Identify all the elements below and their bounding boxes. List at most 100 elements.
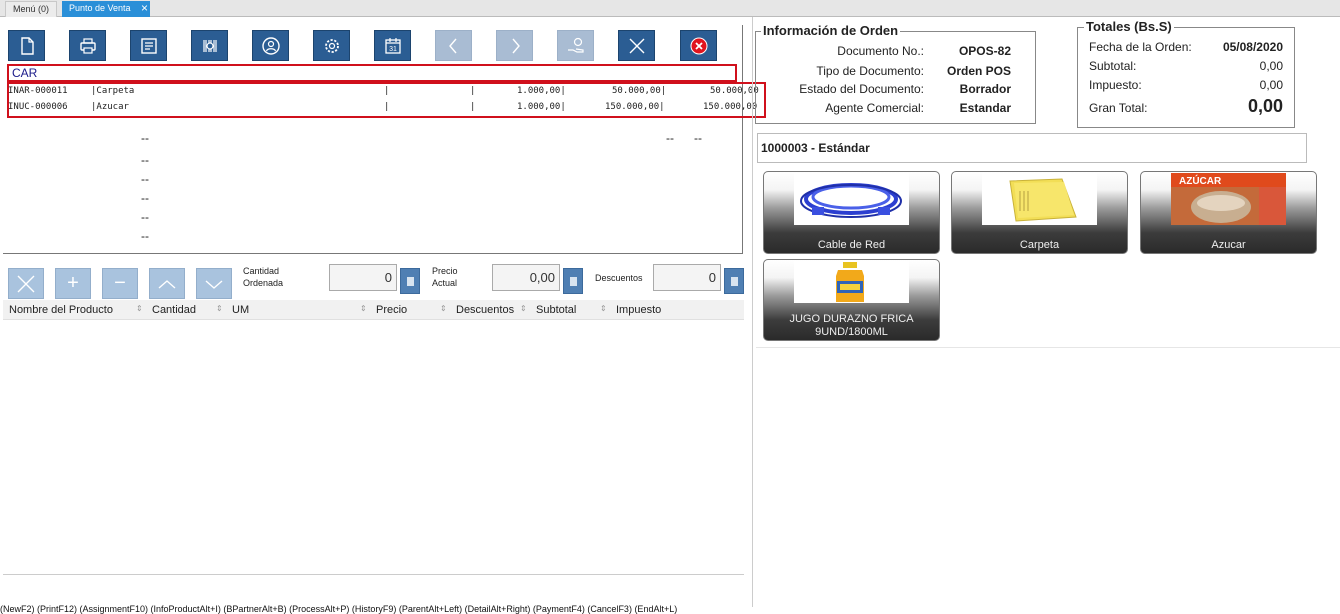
- sort-icon[interactable]: ⇕: [360, 304, 367, 313]
- bpartner-button[interactable]: [252, 30, 289, 61]
- search-result-row[interactable]: INUC-000006 |Azucar | | 1.000,00| 150.00…: [8, 100, 764, 115]
- sugar-bag-image: AZÚCAR: [1171, 173, 1286, 225]
- qty-label: Cantidad Ordenada: [243, 266, 284, 288]
- business-partner-field[interactable]: 1000003 - Estándar: [757, 133, 1307, 163]
- cancel-button[interactable]: [618, 30, 655, 61]
- tax-label: Impuesto:: [1089, 78, 1142, 92]
- minus-icon: −: [114, 272, 126, 294]
- line-placeholder: --: [694, 131, 702, 145]
- grand-total-value: 0,00: [1247, 96, 1283, 116]
- doc-type-label: Tipo de Documento:: [816, 64, 924, 78]
- sort-icon[interactable]: ⇕: [600, 304, 607, 313]
- new-button[interactable]: [8, 30, 45, 61]
- assignment-icon: [140, 37, 157, 54]
- result-separator: |: [384, 86, 390, 96]
- subtotal-value: 0,00: [1259, 59, 1283, 73]
- sort-icon[interactable]: ⇕: [440, 304, 447, 313]
- order-lines-table-header: Nombre del Producto ⇕ Cantidad ⇕ UM ⇕ Pr…: [3, 300, 744, 320]
- line-placeholder: --: [141, 172, 149, 186]
- discount-calculator-button[interactable]: [724, 268, 744, 294]
- tab-label: Punto de Venta: [69, 3, 131, 13]
- discount-field[interactable]: 0: [653, 264, 721, 291]
- doc-type-value: Orden POS: [946, 64, 1011, 78]
- sort-icon[interactable]: ⇕: [520, 304, 527, 313]
- cancel-icon: [629, 38, 644, 53]
- tab-menu[interactable]: Menú (0): [5, 1, 58, 17]
- col-discounts[interactable]: Descuentos: [456, 304, 514, 316]
- order-date-value: 05/08/2020: [1222, 40, 1283, 54]
- price-field[interactable]: 0,00: [492, 264, 560, 291]
- sort-icon[interactable]: ⇕: [136, 304, 143, 313]
- parent-button[interactable]: [435, 30, 472, 61]
- end-button[interactable]: [680, 30, 717, 61]
- product-image: [794, 261, 909, 303]
- calculator-icon: [406, 276, 414, 286]
- business-partner-icon: [261, 36, 280, 55]
- detail-button[interactable]: [496, 30, 533, 61]
- discount-label: Descuentos: [595, 273, 643, 283]
- tax-value: 0,00: [1259, 78, 1283, 92]
- line-placeholder: --: [141, 131, 149, 145]
- result-price: 50.000,00|: [612, 86, 667, 96]
- assignment-button[interactable]: [130, 30, 167, 61]
- product-button-jugo-durazno[interactable]: JUGO DURAZNO FRICA 9UND/1800ML: [763, 259, 940, 341]
- new-document-icon: [20, 36, 34, 55]
- process-gear-icon: [324, 38, 339, 53]
- result-qty: 1.000,00|: [517, 86, 566, 96]
- previous-icon: [448, 38, 457, 53]
- result-name: |Carpeta: [91, 86, 135, 96]
- line-down-button[interactable]: [196, 268, 232, 299]
- qty-calculator-button[interactable]: [400, 268, 420, 294]
- sort-icon[interactable]: ⇕: [216, 304, 223, 313]
- result-qty: 1.000,00|: [517, 102, 566, 112]
- network-cable-image: [800, 183, 902, 218]
- col-subtotal[interactable]: Subtotal: [536, 304, 576, 316]
- juice-bottle-image: [836, 262, 864, 302]
- line-placeholder: --: [666, 131, 674, 145]
- product-button-azucar[interactable]: AZÚCAR Azucar: [1140, 171, 1317, 254]
- col-quantity[interactable]: Cantidad: [152, 304, 196, 316]
- agent-label: Agente Comercial:: [825, 101, 924, 115]
- grand-total-label: Gran Total:: [1089, 101, 1148, 115]
- totals-legend: Totales (Bs.S): [1084, 19, 1174, 34]
- delete-line-button[interactable]: [8, 268, 44, 299]
- col-tax[interactable]: Impuesto: [616, 304, 661, 316]
- delete-x-icon: [17, 275, 35, 292]
- info-product-button[interactable]: [191, 30, 228, 61]
- payment-button[interactable]: [557, 30, 594, 61]
- result-code: INUC-000006: [8, 102, 68, 112]
- agent-value: Estandar: [959, 101, 1011, 115]
- product-image: [794, 173, 909, 225]
- print-button[interactable]: [69, 30, 106, 61]
- result-code: INAR-000011: [8, 86, 68, 96]
- col-uom[interactable]: UM: [232, 304, 249, 316]
- result-total: 150.000,00: [703, 102, 758, 112]
- price-label: Precio Actual: [432, 266, 458, 288]
- col-product-name[interactable]: Nombre del Producto: [9, 304, 113, 316]
- increase-qty-button[interactable]: +: [55, 268, 91, 299]
- payment-hand-coin-icon: [567, 37, 584, 53]
- process-button[interactable]: [313, 30, 350, 61]
- price-calculator-button[interactable]: [563, 268, 583, 294]
- search-result-row[interactable]: INAR-000011 |Carpeta | | 1.000,00| 50.00…: [8, 84, 764, 99]
- history-calendar-icon: 31: [384, 37, 401, 54]
- product-button-cable[interactable]: Cable de Red: [763, 171, 940, 254]
- panel-divider: [752, 17, 753, 607]
- order-date-label: Fecha de la Orden:: [1089, 40, 1192, 54]
- close-tab-icon[interactable]: ×: [141, 1, 148, 16]
- line-placeholder: --: [141, 191, 149, 205]
- decrease-qty-button[interactable]: −: [102, 268, 138, 299]
- product-button-carpeta[interactable]: Carpeta: [951, 171, 1128, 254]
- product-image: AZÚCAR: [1171, 173, 1286, 225]
- line-up-button[interactable]: [149, 268, 185, 299]
- tab-punto-de-venta[interactable]: Punto de Venta ×: [62, 1, 150, 17]
- doc-no-label: Documento No.:: [837, 44, 924, 58]
- line-placeholder: --: [141, 210, 149, 224]
- history-button[interactable]: 31: [374, 30, 411, 61]
- product-name: Carpeta: [1019, 239, 1060, 251]
- qty-field[interactable]: 0: [329, 264, 397, 291]
- col-price[interactable]: Precio: [376, 304, 407, 316]
- search-results-list: INAR-000011 |Carpeta | | 1.000,00| 50.00…: [7, 82, 766, 118]
- svg-text:AZÚCAR: AZÚCAR: [1179, 174, 1222, 187]
- product-search-input[interactable]: CAR: [7, 64, 737, 82]
